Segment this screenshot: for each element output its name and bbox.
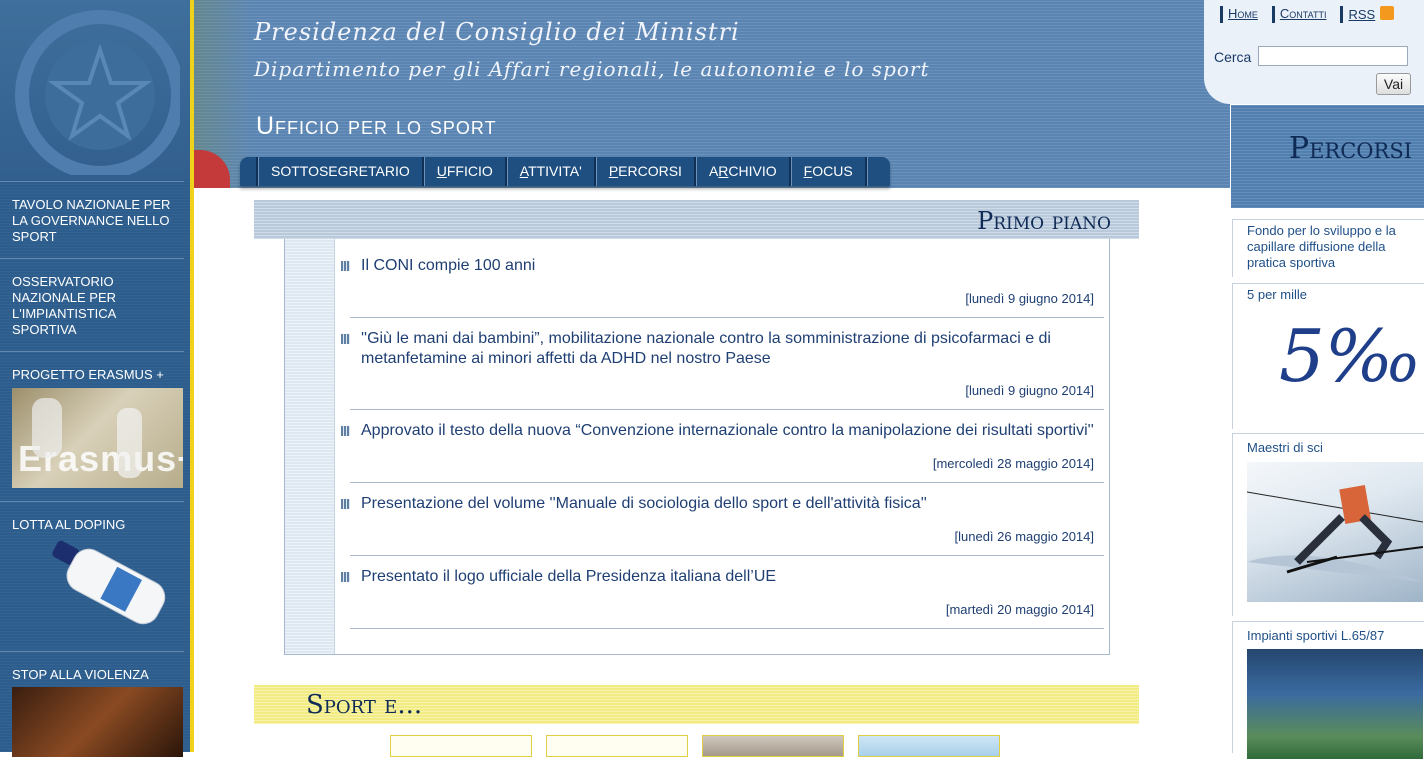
sport-e-header: Sport e...	[254, 685, 1139, 724]
header-dipartimento: Dipartimento per gli Affari regionali, l…	[254, 57, 930, 81]
contatti-link[interactable]: Contatti	[1271, 6, 1326, 23]
primo-piano-title: Primo piano	[977, 207, 1111, 235]
sport-thumb[interactable]	[858, 735, 1000, 757]
sidebar-item-governance[interactable]: TAVOLO NAZIONALE PER LA GOVERNANCE NELLO…	[0, 181, 184, 259]
search-label: Cerca	[1214, 49, 1252, 65]
list-item[interactable]: Presentato il logo ufficiale della Presi…	[341, 567, 1104, 629]
percorsi-item-label[interactable]: Fondo per lo sviluppo e la capillare dif…	[1247, 223, 1417, 271]
bullet-icon	[341, 261, 350, 271]
news-title[interactable]: Approvato il testo della nuova “Convenzi…	[361, 421, 1104, 441]
sport-thumb[interactable]	[546, 735, 688, 757]
site-header: Presidenza del Consiglio dei Ministri Di…	[194, 0, 1230, 188]
list-item[interactable]: Presentazione del volume ''Manuale di so…	[341, 494, 1104, 556]
list-item[interactable]: Approvato il testo della nuova “Convenzi…	[341, 421, 1104, 483]
news-date: [lunedì 9 giugno 2014]	[965, 291, 1094, 306]
sidebar-item-label[interactable]: TAVOLO NAZIONALE PER LA GOVERNANCE NELLO…	[0, 197, 184, 245]
percorsi-item-maestri-sci[interactable]: Maestri di sci	[1232, 433, 1424, 616]
nav-item-sottosegretario[interactable]: SOTTOSEGRETARIO	[259, 157, 422, 186]
sidebar-item-violenza[interactable]: STOP ALLA VIOLENZA	[0, 651, 184, 757]
sidebar-item-label[interactable]: LOTTA AL DOPING	[0, 517, 184, 533]
primo-piano-header: Primo piano	[254, 200, 1139, 239]
five-per-mille-image[interactable]: 5‰	[1279, 314, 1421, 398]
utility-bar: Home Contatti RSS Cerca Vai	[1204, 0, 1424, 104]
nav-item-attivita[interactable]: ATTIVITA'	[508, 157, 594, 186]
search-input[interactable]	[1258, 46, 1408, 66]
home-link[interactable]: Home	[1220, 6, 1258, 23]
stadium-image[interactable]	[1247, 649, 1423, 759]
nav-item-archivio[interactable]: ARCHIVIO	[697, 157, 789, 186]
sidebar-item-label[interactable]: STOP ALLA VIOLENZA	[0, 667, 184, 683]
percorsi-item-5-per-mille[interactable]: 5 per mille 5‰	[1232, 283, 1424, 429]
sport-thumb[interactable]	[702, 735, 844, 757]
skier-image[interactable]	[1247, 462, 1423, 602]
page-title: Ufficio per lo sport	[256, 112, 497, 140]
percorsi-title: Percorsi	[1288, 131, 1412, 166]
list-item[interactable]: Il CONI compie 100 anni [lunedì 9 giugno…	[341, 256, 1104, 318]
percorsi-item-label[interactable]: Maestri di sci	[1247, 440, 1323, 456]
percorsi-item-label[interactable]: 5 per mille	[1247, 287, 1307, 303]
sidebar-item-erasmus[interactable]: PROGETTO ERASMUS + Erasmus+	[0, 351, 184, 502]
nav-item-focus[interactable]: FOCUS	[792, 157, 865, 186]
nav-item-ufficio[interactable]: UFFICIO	[425, 157, 505, 186]
news-date: [lunedì 9 giugno 2014]	[965, 383, 1094, 398]
header-presidenza: Presidenza del Consiglio dei Ministri	[254, 18, 740, 46]
news-title[interactable]: Presentazione del volume ''Manuale di so…	[361, 494, 1104, 514]
percorsi-item-label[interactable]: Impianti sportivi L.65/87	[1247, 628, 1384, 644]
sidebar-item-osservatorio[interactable]: OSSERVATORIO NAZIONALE PER L'IMPIANTISTI…	[0, 258, 184, 352]
percorsi-item-fondo[interactable]: Fondo per lo sviluppo e la capillare dif…	[1232, 219, 1424, 277]
sidebar-item-label[interactable]: PROGETTO ERASMUS +	[0, 367, 184, 383]
percorsi-header: Percorsi	[1231, 105, 1424, 208]
top-links: Home Contatti RSS	[1220, 6, 1395, 23]
news-date: [martedì 20 maggio 2014]	[945, 602, 1094, 617]
bullet-icon	[341, 426, 350, 436]
news-list: Il CONI compie 100 anni [lunedì 9 giugno…	[284, 239, 1110, 655]
water-bottle-icon[interactable]	[12, 538, 183, 643]
sidebar-item-doping[interactable]: LOTTA AL DOPING	[0, 501, 184, 652]
news-title[interactable]: Il CONI compie 100 anni	[361, 256, 1104, 276]
violenza-image[interactable]	[12, 687, 183, 757]
bullet-icon	[341, 572, 350, 582]
search-button[interactable]: Vai	[1376, 73, 1411, 95]
rss-link[interactable]: RSS	[1340, 6, 1395, 23]
main-nav: SOTTOSEGRETARIO UFFICIO ATTIVITA' PERCOR…	[240, 157, 890, 186]
bullet-icon	[341, 499, 350, 509]
sport-e-title: Sport e...	[306, 690, 423, 720]
list-item[interactable]: ''Giù le mani dai bambini”, mobilitazion…	[341, 329, 1104, 410]
news-date: [mercoledì 28 maggio 2014]	[932, 456, 1094, 471]
sidebar-item-label[interactable]: OSSERVATORIO NAZIONALE PER L'IMPIANTISTI…	[0, 274, 184, 338]
rss-icon[interactable]	[1380, 6, 1395, 20]
news-title[interactable]: ''Giù le mani dai bambini”, mobilitazion…	[361, 329, 1104, 369]
left-sidebar: TAVOLO NAZIONALE PER LA GOVERNANCE NELLO…	[0, 0, 194, 757]
republic-emblem-icon	[0, 0, 190, 180]
bullet-icon	[341, 334, 350, 344]
nav-item-percorsi[interactable]: PERCORSI	[597, 157, 694, 186]
erasmus-image[interactable]: Erasmus+	[12, 388, 183, 488]
news-date: [lunedì 26 maggio 2014]	[954, 529, 1095, 544]
news-title[interactable]: Presentato il logo ufficiale della Presi…	[361, 567, 1104, 587]
sport-thumb[interactable]	[390, 735, 532, 757]
percorsi-item-impianti[interactable]: Impianti sportivi L.65/87	[1232, 621, 1424, 759]
